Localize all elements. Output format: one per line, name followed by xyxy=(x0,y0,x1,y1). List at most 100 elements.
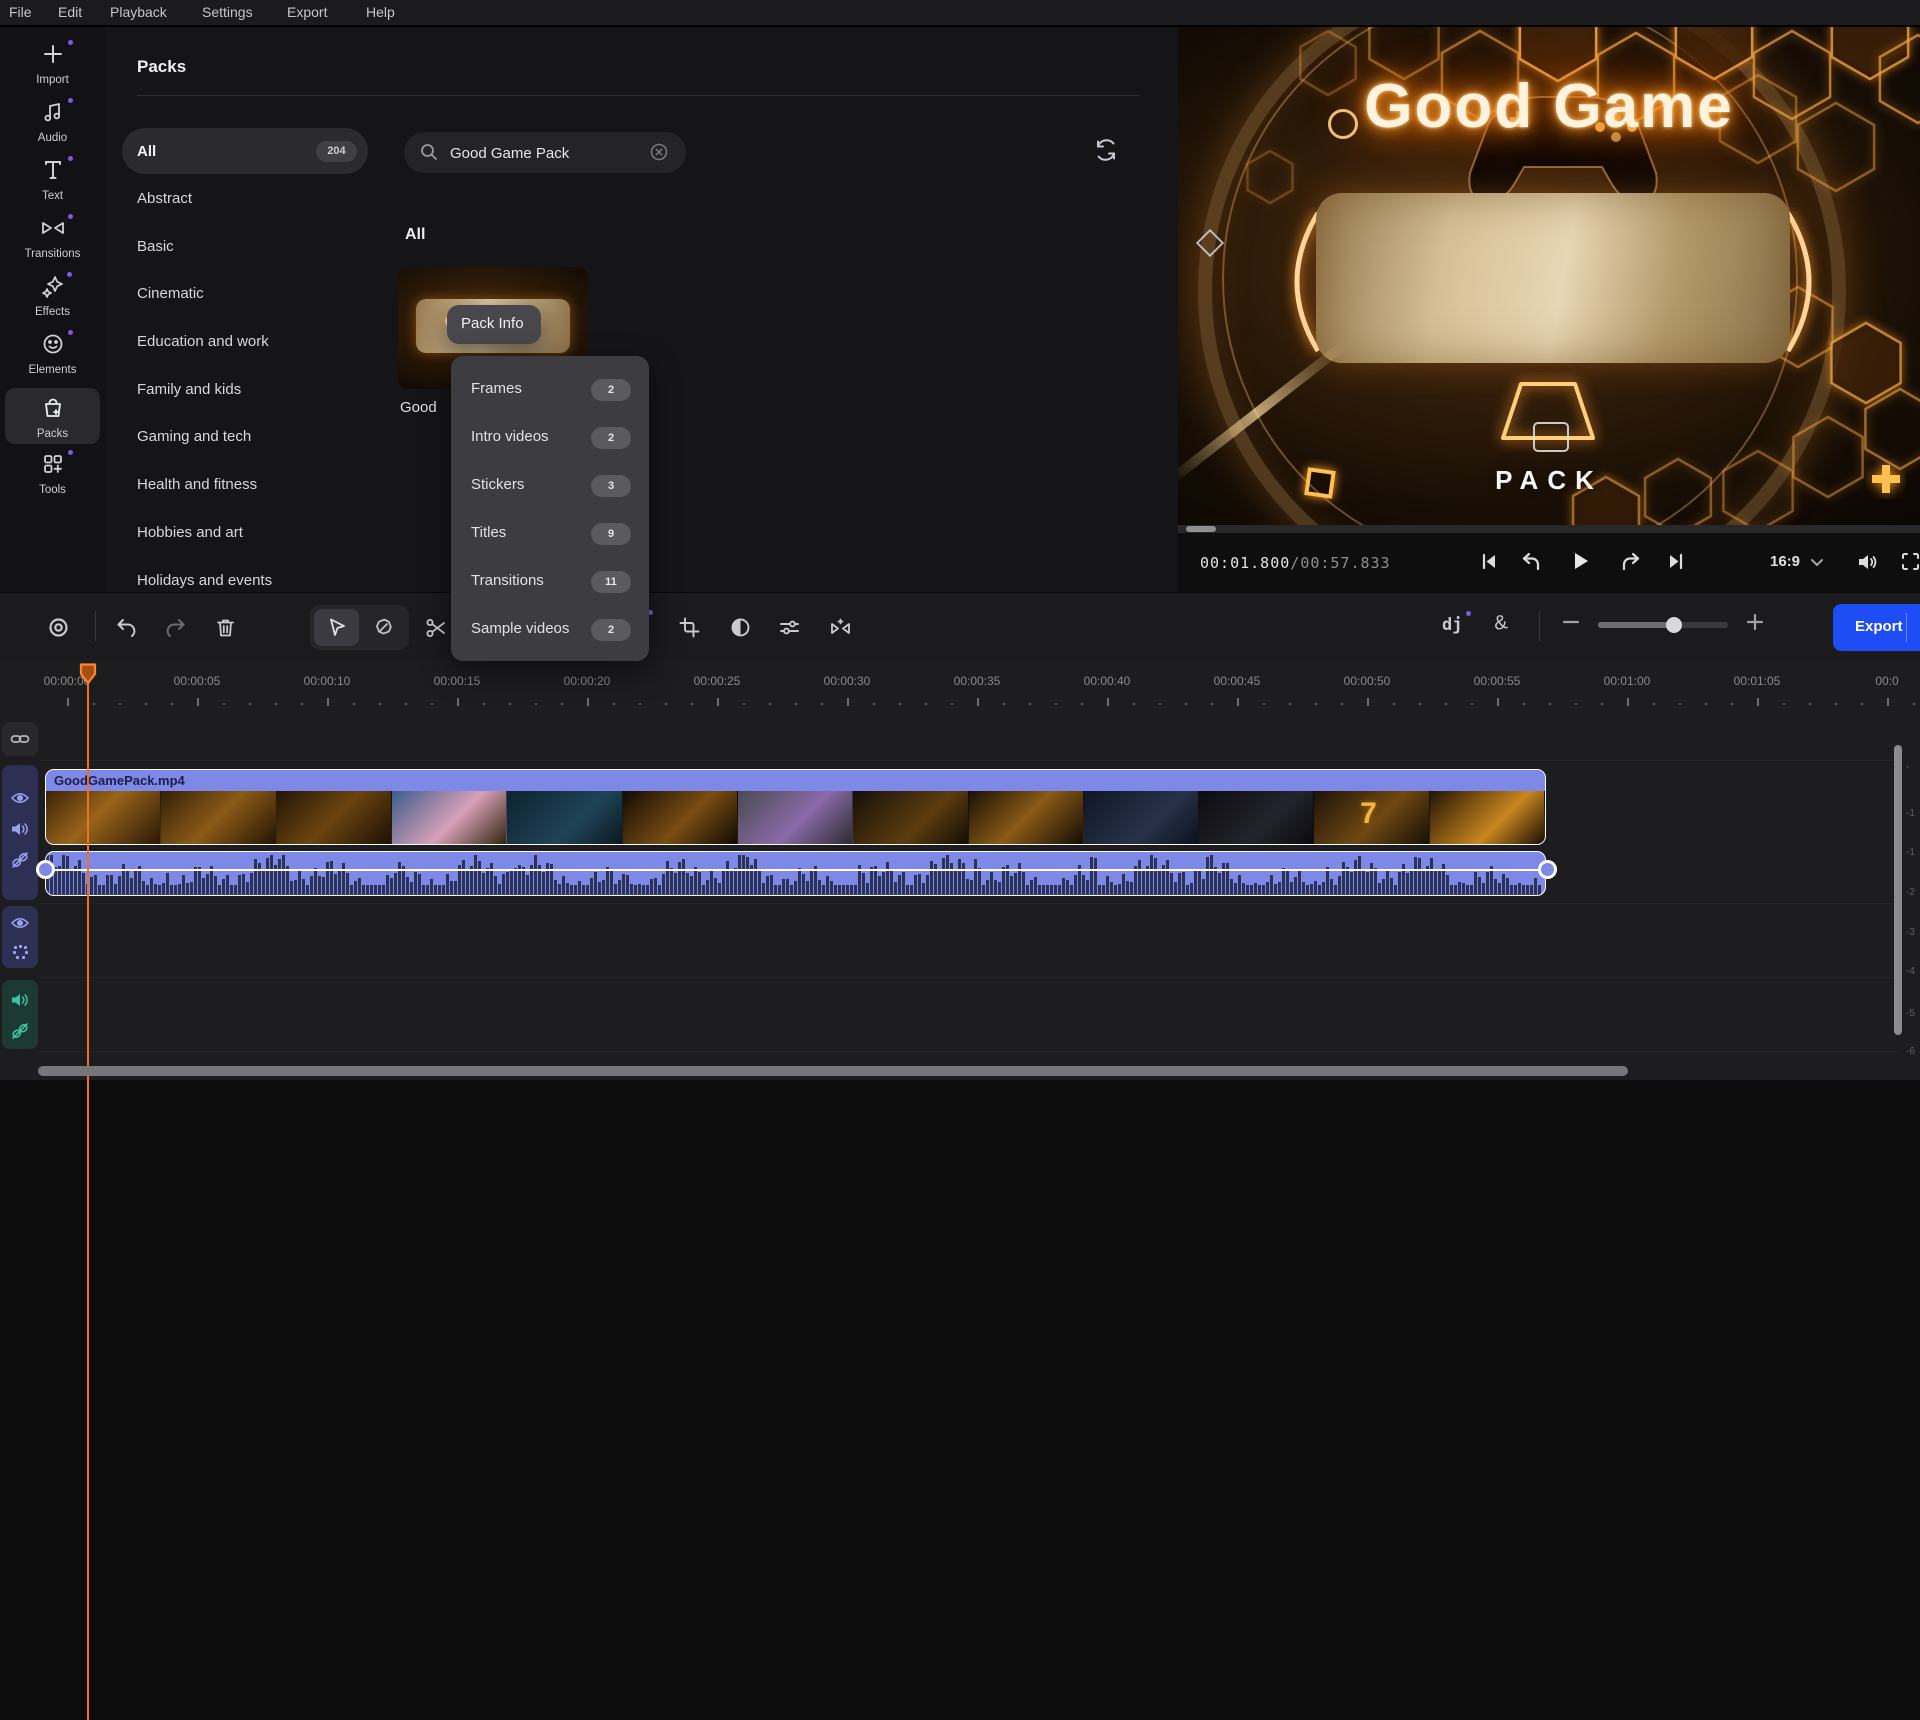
menu-settings[interactable]: Settings xyxy=(202,4,253,20)
preview-volume-icon[interactable] xyxy=(1856,551,1878,573)
split-scissors-icon[interactable] xyxy=(424,616,448,640)
select-tool-icon[interactable] xyxy=(325,616,348,639)
sidebar-item-text[interactable]: Text xyxy=(0,158,105,202)
playhead-line[interactable] xyxy=(87,666,89,1720)
skip-to-start-icon[interactable] xyxy=(1478,551,1499,572)
dots-icon[interactable] xyxy=(10,943,30,961)
effects-icon xyxy=(41,274,65,298)
filmstrip-frame xyxy=(46,791,161,844)
notification-dot xyxy=(68,214,73,219)
filmstrip-frame xyxy=(277,791,392,844)
ruler-label: 00:00:05 xyxy=(174,674,221,688)
transitions-icon xyxy=(40,216,66,240)
audio-mixer-icon[interactable]: dj xyxy=(1442,615,1462,635)
category-family[interactable]: Family and kids xyxy=(137,381,241,398)
menu-export[interactable]: Export xyxy=(287,4,327,20)
jump-forward-icon[interactable] xyxy=(1620,551,1642,573)
notification-dot xyxy=(68,450,73,455)
search-icon xyxy=(418,141,440,163)
contrast-icon[interactable] xyxy=(729,616,752,639)
video-track-header xyxy=(2,765,38,900)
adjust-sliders-icon[interactable] xyxy=(778,616,801,639)
redo-icon[interactable] xyxy=(164,616,187,639)
meter-label: -2 xyxy=(1906,887,1915,898)
pack-info-tooltip[interactable]: Pack Info xyxy=(447,305,541,344)
jump-back-icon[interactable] xyxy=(1520,551,1542,573)
category-gaming[interactable]: Gaming and tech xyxy=(137,428,251,445)
zoom-out-icon[interactable] xyxy=(1562,613,1580,631)
crop-icon[interactable] xyxy=(678,616,701,639)
clip-right-handle[interactable] xyxy=(1538,860,1557,879)
link-off-icon[interactable] xyxy=(10,1022,30,1040)
blade-tool-icon[interactable] xyxy=(372,616,395,639)
speaker-icon[interactable] xyxy=(10,991,30,1009)
pack-card-name: Good xyxy=(400,399,437,416)
menu-playback[interactable]: Playback xyxy=(110,4,167,20)
menu-help[interactable]: Help xyxy=(366,4,395,20)
tools-icon xyxy=(41,452,65,476)
count-badge: 3 xyxy=(591,475,631,497)
eye-icon[interactable] xyxy=(10,789,30,807)
delete-icon[interactable] xyxy=(214,616,237,639)
ruler-label: 00:0 xyxy=(1875,674,1898,688)
playhead-marker[interactable] xyxy=(79,663,97,685)
sidebar-item-import[interactable]: Import xyxy=(0,42,105,86)
category-cinematic[interactable]: Cinematic xyxy=(137,285,204,302)
search-clear-icon[interactable] xyxy=(648,141,670,163)
clip-left-handle[interactable] xyxy=(36,860,55,879)
video-clip[interactable]: GoodGamePack.mp4 7 xyxy=(45,769,1546,845)
sidebar-item-elements[interactable]: Elements xyxy=(0,332,105,376)
zoom-in-icon[interactable] xyxy=(1746,613,1764,631)
fullscreen-icon[interactable] xyxy=(1900,551,1920,572)
aspect-ratio-select[interactable]: 16:9 xyxy=(1770,553,1800,570)
track-link-toggle[interactable] xyxy=(2,722,38,756)
sidebar-item-transitions[interactable]: Transitions xyxy=(0,216,105,260)
category-basic[interactable]: Basic xyxy=(137,238,174,255)
export-split-divider xyxy=(1906,613,1907,642)
zoom-slider-thumb[interactable] xyxy=(1666,617,1682,633)
sidebar-item-tools[interactable]: Tools xyxy=(0,452,105,496)
menu-file[interactable]: File xyxy=(9,4,32,20)
refresh-icon[interactable] xyxy=(1093,137,1119,163)
zoom-slider-fill xyxy=(1598,622,1673,628)
chevron-down-icon[interactable] xyxy=(1810,558,1824,568)
ruler-label: 00:01:00 xyxy=(1604,674,1651,688)
notification-dot xyxy=(1466,611,1471,616)
ruler-label: 00:00:50 xyxy=(1344,674,1391,688)
timeline-zoom-slider[interactable] xyxy=(1598,622,1728,628)
vertical-scrollbar[interactable] xyxy=(1894,745,1902,1035)
category-health[interactable]: Health and fitness xyxy=(137,476,257,493)
category-holidays[interactable]: Holidays and events xyxy=(137,572,272,589)
category-abstract[interactable]: Abstract xyxy=(137,190,192,207)
transition-tool-icon[interactable] xyxy=(828,616,853,639)
audio-track-header xyxy=(2,980,38,1049)
category-all[interactable]: All xyxy=(137,143,156,160)
sidebar-item-audio[interactable]: Audio xyxy=(0,100,105,144)
menu-edit[interactable]: Edit xyxy=(58,4,82,20)
notification-dot xyxy=(68,330,73,335)
undo-icon[interactable] xyxy=(115,616,138,639)
audio-icon xyxy=(41,100,65,124)
volume-line[interactable] xyxy=(46,869,1545,871)
sidebar: Import Audio Text Transitions Effects xyxy=(0,27,105,592)
audio-clip[interactable] xyxy=(45,851,1546,896)
preview-seek-bar[interactable] xyxy=(1178,525,1920,533)
category-hobbies[interactable]: Hobbies and art xyxy=(137,524,243,541)
play-icon[interactable] xyxy=(1568,549,1592,573)
record-icon[interactable] xyxy=(47,616,70,639)
toolbar-divider xyxy=(95,611,96,641)
skip-to-end-icon[interactable] xyxy=(1666,551,1687,572)
search-box[interactable] xyxy=(404,132,686,173)
search-input[interactable] xyxy=(448,132,642,175)
preview-player[interactable]: Good Game PACK xyxy=(1178,27,1920,525)
magnetic-snap-icon[interactable]: & xyxy=(1492,611,1508,636)
sidebar-item-effects[interactable]: Effects xyxy=(0,274,105,318)
eye-icon[interactable] xyxy=(10,914,30,932)
category-education[interactable]: Education and work xyxy=(137,333,269,350)
speaker-icon[interactable] xyxy=(10,820,30,838)
link-off-icon[interactable] xyxy=(10,851,30,869)
sidebar-item-packs[interactable]: Packs xyxy=(0,396,105,440)
meter-label: -1 xyxy=(1906,808,1915,819)
horizontal-scrollbar[interactable] xyxy=(38,1066,1628,1076)
export-button[interactable]: Export xyxy=(1833,604,1920,651)
